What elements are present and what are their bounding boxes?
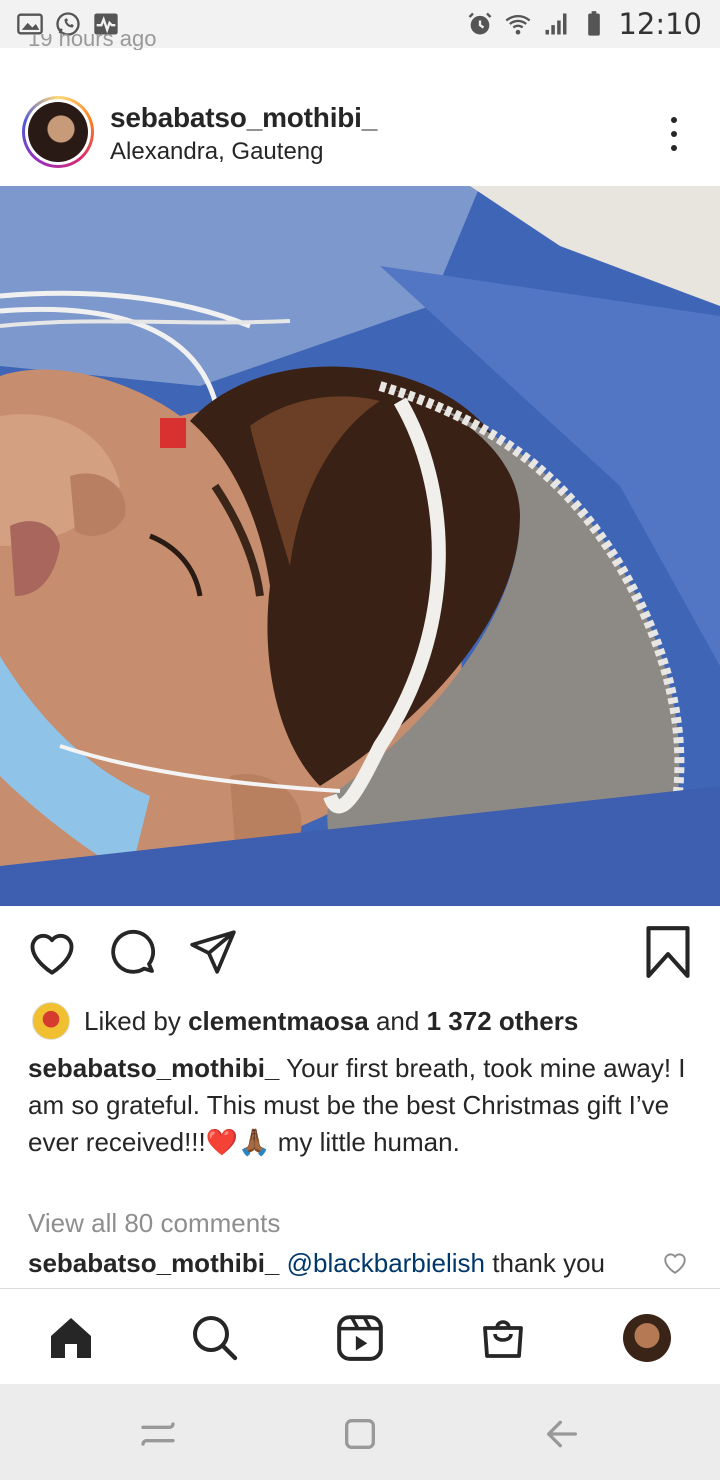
post-photo-illustration: [0, 186, 720, 906]
status-right: 12:10: [466, 7, 702, 41]
alarm-icon: [469, 12, 492, 35]
avatar[interactable]: [28, 102, 88, 162]
home-button-icon[interactable]: [340, 1414, 380, 1454]
search-icon: [193, 1316, 238, 1361]
like-heart-icon[interactable]: [26, 926, 78, 976]
signal-icon: [545, 13, 567, 35]
view-all-comments-link[interactable]: View all 80 comments: [28, 1208, 280, 1239]
comment-username[interactable]: sebabatso_mothibi_: [28, 1248, 279, 1278]
post-photo[interactable]: [0, 186, 720, 906]
wifi-icon: [506, 14, 531, 35]
shop-icon: [483, 1320, 523, 1358]
caption-emoji: ❤️🙏🏾: [205, 1127, 271, 1157]
story-ring[interactable]: [22, 96, 94, 168]
reels-icon: [337, 1315, 383, 1361]
bottom-nav: [0, 1288, 720, 1384]
comment-row: sebabatso_mothibi_ @blackbarbielish than…: [28, 1248, 628, 1279]
more-options-icon[interactable]: [662, 114, 686, 154]
likes-others[interactable]: 1 372 others: [427, 1006, 579, 1036]
save-bookmark-icon[interactable]: [644, 926, 692, 978]
liker-username[interactable]: clementmaosa: [188, 1006, 369, 1036]
home-icon: [51, 1318, 91, 1358]
previous-post-time: 19 hours ago: [28, 34, 157, 50]
nav-home[interactable]: [46, 1313, 96, 1363]
post-username[interactable]: sebabatso_mothibi_: [110, 102, 377, 134]
post-caption: sebabatso_mothibi_ Your first breath, to…: [28, 1050, 688, 1161]
battery-icon: [588, 11, 601, 36]
share-send-icon[interactable]: [188, 926, 238, 976]
caption-text-end: my little human.: [270, 1127, 460, 1157]
caption-username[interactable]: sebabatso_mothibi_: [28, 1053, 279, 1083]
nav-profile[interactable]: [622, 1313, 672, 1363]
profile-avatar: [623, 1314, 671, 1362]
comment-icon[interactable]: [108, 926, 156, 976]
comment-mention[interactable]: @blackbarbielish: [287, 1248, 485, 1278]
recents-button-icon[interactable]: [138, 1414, 178, 1454]
system-nav-bar: [0, 1384, 720, 1480]
back-button-icon[interactable]: [542, 1414, 582, 1454]
comment-text: thank you: [485, 1248, 606, 1278]
post-header: sebabatso_mothibi_ Alexandra, Gauteng: [0, 96, 720, 172]
post-actions: [0, 926, 720, 982]
post-location[interactable]: Alexandra, Gauteng: [110, 138, 323, 166]
status-time: 12:10: [618, 7, 702, 41]
nav-reels[interactable]: [335, 1313, 385, 1363]
likes-text: Liked by clementmaosa and 1 372 others: [84, 1005, 579, 1036]
likes-line[interactable]: Liked by clementmaosa and 1 372 others: [32, 1002, 578, 1040]
nav-shop[interactable]: [478, 1313, 528, 1363]
nav-search[interactable]: [190, 1313, 240, 1363]
comment-like-heart-icon[interactable]: [662, 1250, 688, 1274]
liker-avatar[interactable]: [32, 1002, 70, 1040]
